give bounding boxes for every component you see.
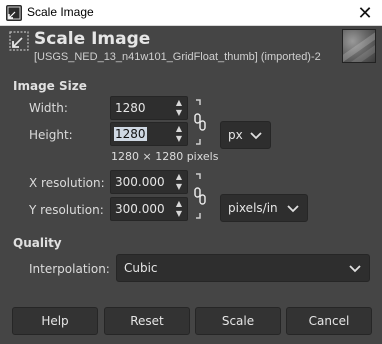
- close-button[interactable]: ✕: [348, 0, 382, 26]
- width-spin-buttons[interactable]: ▲ ▼: [173, 98, 185, 118]
- chain-link-icon[interactable]: [193, 173, 207, 219]
- width-value[interactable]: 1280: [115, 101, 146, 115]
- width-label: Width:: [29, 101, 68, 115]
- image-name-subtitle: [USGS_NED_13_n41w101_GridFloat_thumb] (i…: [34, 51, 321, 63]
- chain-link-icon[interactable]: [193, 99, 207, 145]
- help-button[interactable]: Help: [12, 307, 98, 335]
- interpolation-label: Interpolation:: [29, 262, 110, 276]
- image-size-heading: Image Size: [13, 79, 87, 93]
- increment-icon[interactable]: ▲: [173, 124, 185, 134]
- unit-value: px: [228, 128, 243, 142]
- dialog-header: Scale Image [USGS_NED_13_n41w101_GridFlo…: [0, 26, 382, 66]
- scale-image-icon: [9, 31, 29, 51]
- height-field[interactable]: 1280 ▲ ▼: [110, 122, 188, 146]
- height-label: Height:: [29, 128, 73, 142]
- gimp-app-icon: [6, 5, 22, 21]
- y-resolution-spin-buttons[interactable]: ▲ ▼: [173, 199, 185, 219]
- title-bar: Scale Image ✕: [0, 0, 382, 26]
- y-resolution-field[interactable]: 300.000 ▲ ▼: [110, 197, 188, 221]
- x-resolution-value[interactable]: 300.000: [115, 175, 165, 189]
- interpolation-dropdown[interactable]: Cubic: [116, 254, 370, 282]
- resolution-unit-dropdown[interactable]: pixels/in: [220, 194, 308, 222]
- image-thumbnail: [342, 29, 376, 63]
- y-resolution-value[interactable]: 300.000: [115, 202, 165, 216]
- decrement-icon[interactable]: ▼: [173, 182, 185, 192]
- window-title: Scale Image: [27, 5, 94, 19]
- close-icon: ✕: [357, 2, 373, 24]
- chevron-down-icon: [250, 132, 262, 140]
- increment-icon[interactable]: ▲: [173, 98, 185, 108]
- height-spin-buttons[interactable]: ▲ ▼: [173, 124, 185, 144]
- increment-icon[interactable]: ▲: [173, 172, 185, 182]
- decrement-icon[interactable]: ▼: [173, 108, 185, 118]
- height-value[interactable]: 1280: [114, 127, 147, 141]
- x-resolution-label: X resolution:: [29, 176, 105, 190]
- pixel-dimensions-text: 1280 × 1280 pixels: [111, 150, 219, 163]
- unit-dropdown[interactable]: px: [220, 121, 271, 149]
- dialog-title: Scale Image: [34, 29, 151, 49]
- scale-button[interactable]: Scale: [195, 307, 281, 335]
- x-resolution-field[interactable]: 300.000 ▲ ▼: [110, 170, 188, 194]
- decrement-icon[interactable]: ▼: [173, 209, 185, 219]
- increment-icon[interactable]: ▲: [173, 199, 185, 209]
- cancel-button[interactable]: Cancel: [286, 307, 372, 335]
- interpolation-value: Cubic: [124, 261, 158, 275]
- y-resolution-label: Y resolution:: [29, 203, 104, 217]
- quality-heading: Quality: [13, 236, 62, 250]
- reset-button[interactable]: Reset: [104, 307, 190, 335]
- width-field[interactable]: 1280 ▲ ▼: [110, 96, 188, 120]
- x-resolution-spin-buttons[interactable]: ▲ ▼: [173, 172, 185, 192]
- resolution-unit-value: pixels/in: [228, 201, 278, 215]
- chevron-down-icon: [349, 265, 361, 273]
- chevron-down-icon: [287, 205, 299, 213]
- decrement-icon[interactable]: ▼: [173, 134, 185, 144]
